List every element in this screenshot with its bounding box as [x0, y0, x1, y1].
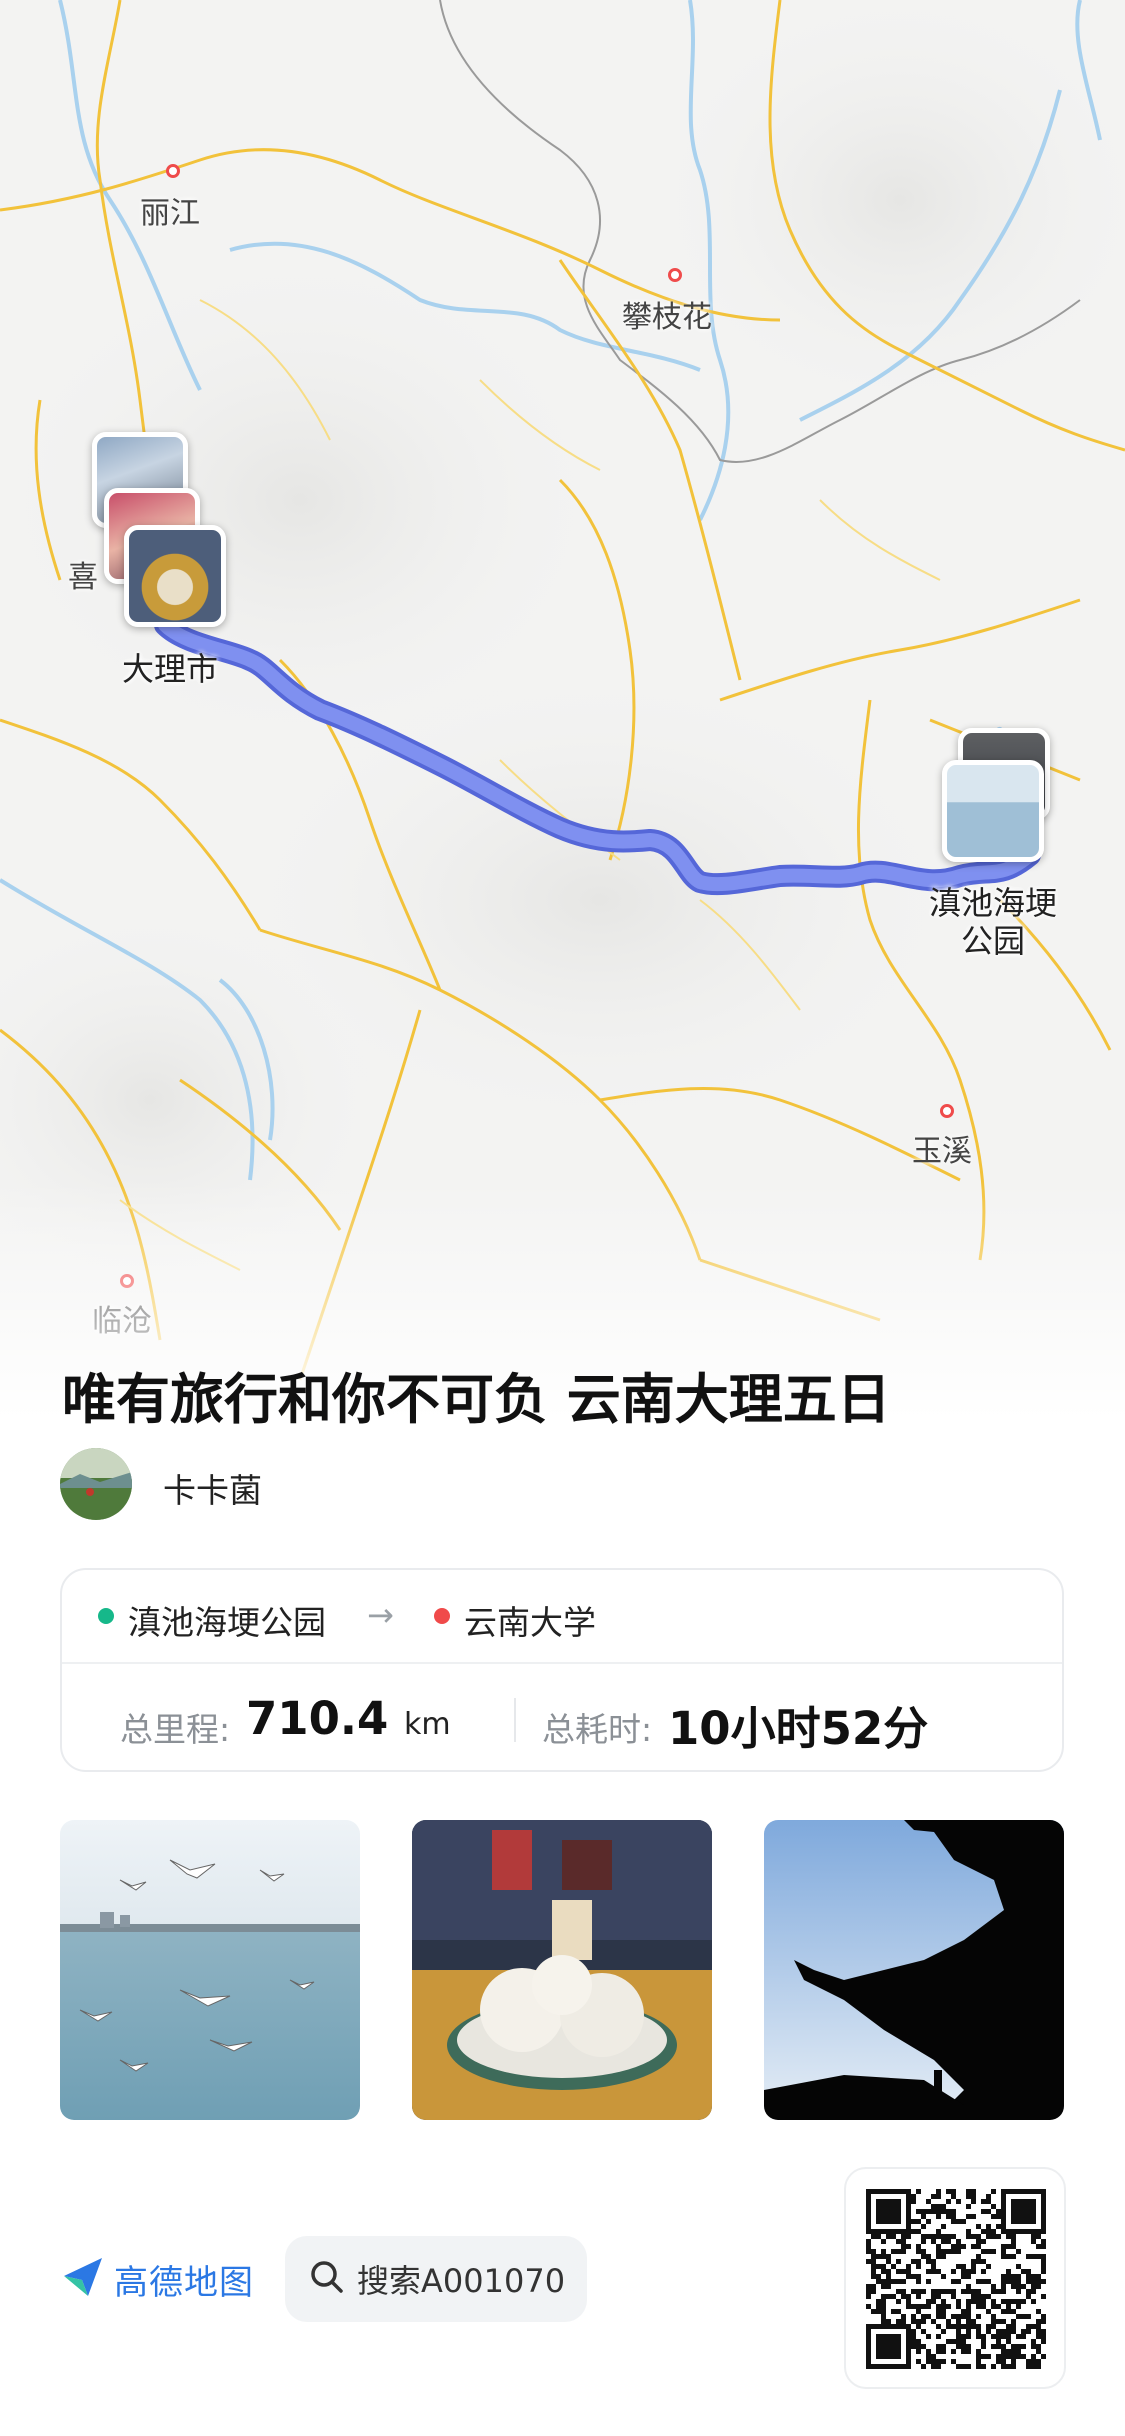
destination-dot	[434, 1608, 450, 1624]
distance-unit: km	[404, 1707, 451, 1742]
amap-brand[interactable]: 高德地图	[60, 2254, 254, 2304]
trip-photo-temple[interactable]	[764, 1820, 1064, 2120]
search-icon	[307, 2257, 347, 2301]
city-dot-panzhihua	[668, 268, 682, 282]
distance-number: 710.4	[246, 1692, 389, 1745]
distance-value: 710.4 km	[246, 1692, 451, 1745]
search-code-button[interactable]: 搜索A001070	[285, 2236, 587, 2322]
origin-dot	[98, 1608, 114, 1624]
trip-photo-seagulls[interactable]	[60, 1820, 360, 2120]
poi-label-dianchi: 滇池海埂 公园	[918, 884, 1068, 960]
amap-logo-icon	[60, 2254, 106, 2304]
stat-divider	[514, 1698, 516, 1742]
qr-code-icon	[866, 2189, 1046, 2369]
trip-photo-buns[interactable]	[412, 1820, 712, 2120]
city-label-dali: 大理市	[122, 650, 219, 688]
route-map[interactable]: 丽江 攀枝花 喜 大理市 玉溪 临沧 滇池海埂 公园	[0, 0, 1125, 1420]
route-endpoints: 滇池海埂公园 → 云南大学	[62, 1570, 1062, 1664]
map-photo-thumb[interactable]	[124, 525, 226, 627]
amap-brand-name: 高德地图	[114, 2262, 254, 2303]
city-dot-yuxi	[940, 1104, 954, 1118]
poi-label-line2: 公园	[960, 922, 1025, 960]
author-name[interactable]: 卡卡菌	[163, 1464, 262, 1512]
duration-value: 10小时52分	[668, 1702, 929, 1755]
map-photo-thumb[interactable]	[942, 760, 1044, 862]
city-label-xi: 喜	[68, 560, 98, 595]
trip-title: 唯有旅行和你不可负 云南大理五日	[62, 1368, 891, 1431]
route-arrow-icon: →	[367, 1596, 394, 1634]
destination-name: 云南大学	[464, 1603, 596, 1642]
poi-label-line1: 滇池海埂	[928, 884, 1057, 922]
origin-name: 滇池海埂公园	[128, 1603, 326, 1642]
distance-label: 总里程:	[120, 1710, 231, 1749]
city-dot-lijiang	[166, 164, 180, 178]
search-code-text: 搜索A001070	[357, 2262, 566, 2300]
city-label-lijiang: 丽江	[140, 196, 200, 231]
duration-label: 总耗时:	[542, 1710, 653, 1749]
route-summary-card: 滇池海埂公园 → 云南大学 总里程: 710.4 km 总耗时: 10小时52分	[60, 1568, 1064, 1772]
city-label-panzhihua: 攀枝花	[622, 300, 712, 335]
qr-code[interactable]	[844, 2167, 1066, 2389]
author-avatar[interactable]	[60, 1448, 132, 1520]
city-label-yuxi: 玉溪	[912, 1134, 972, 1169]
